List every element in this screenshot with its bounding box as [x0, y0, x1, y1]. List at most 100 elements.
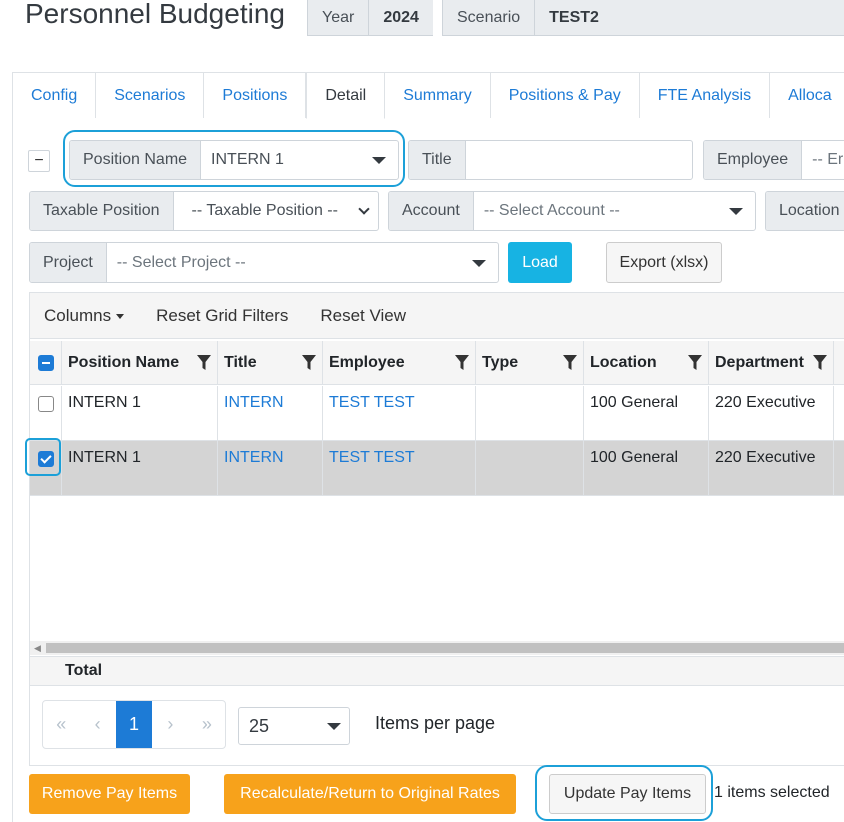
- employee-select[interactable]: -- Er: [802, 141, 844, 179]
- account-filter[interactable]: Account -- Select Account --: [388, 191, 756, 231]
- column-header-employee[interactable]: Employee: [323, 341, 476, 384]
- tab-scenarios[interactable]: Scenarios: [96, 72, 205, 118]
- cell-position-name: INTERN 1: [62, 441, 218, 495]
- tab-summary[interactable]: Summary: [385, 72, 491, 118]
- cell-type: [476, 386, 584, 440]
- export-xlsx-button[interactable]: Export (xlsx): [606, 242, 722, 283]
- first-page-button[interactable]: «: [43, 701, 79, 748]
- page-size-value: 25: [249, 715, 270, 736]
- project-filter[interactable]: Project -- Select Project --: [29, 242, 499, 283]
- scroll-left-arrow-icon[interactable]: ◀: [34, 643, 41, 654]
- next-page-button[interactable]: ›: [152, 701, 188, 748]
- column-header-title[interactable]: Title: [218, 341, 323, 384]
- filter-icon[interactable]: [302, 355, 316, 371]
- cell-title-link[interactable]: INTERN: [218, 441, 323, 495]
- taxable-position-select[interactable]: -- Taxable Position --: [174, 192, 378, 230]
- main-tabs: Config Scenarios Positions Detail Summar…: [12, 72, 844, 119]
- tab-detail[interactable]: Detail: [306, 72, 386, 119]
- year-label: Year: [308, 0, 370, 35]
- column-header-label: Type: [482, 353, 519, 371]
- position-name-select[interactable]: INTERN 1: [201, 141, 398, 179]
- collapse-filters-button[interactable]: −: [28, 150, 50, 172]
- account-filter-label: Account: [389, 192, 474, 230]
- cell-employee-link[interactable]: TEST TEST: [323, 386, 476, 440]
- scenario-value: TEST2: [535, 0, 844, 35]
- year-value: 2024: [369, 0, 433, 35]
- account-placeholder: -- Select Account --: [483, 202, 620, 219]
- select-all-checkbox[interactable]: [37, 354, 54, 371]
- scrollbar-thumb[interactable]: [46, 643, 844, 653]
- page-size-select[interactable]: 25: [238, 707, 350, 745]
- grid-total-row: Total: [30, 656, 844, 686]
- position-name-value: INTERN 1: [211, 151, 284, 168]
- load-button[interactable]: Load: [508, 242, 572, 283]
- location-filter[interactable]: Location: [765, 191, 844, 231]
- year-selector[interactable]: Year 2024: [307, 0, 433, 36]
- columns-menu-label: Columns: [44, 305, 112, 325]
- column-header-department[interactable]: Department: [709, 341, 834, 384]
- cell-type: [476, 441, 584, 495]
- cell-employee-link[interactable]: TEST TEST: [323, 441, 476, 495]
- filter-icon[interactable]: [455, 355, 469, 371]
- column-header-label: Title: [224, 353, 257, 371]
- update-pay-items-button[interactable]: Update Pay Items: [549, 774, 706, 814]
- position-name-filter-label: Position Name: [70, 141, 202, 179]
- dropdown-caret-icon: [729, 208, 743, 215]
- taxable-position-filter[interactable]: Taxable Position -- Taxable Position --: [29, 191, 379, 231]
- title-filter[interactable]: Title: [408, 140, 693, 180]
- project-select[interactable]: -- Select Project --: [107, 243, 498, 282]
- grid-header: Position Name Title Employee Type Locati…: [30, 341, 844, 385]
- title-filter-label: Title: [409, 141, 466, 179]
- cell-location: 100 General: [584, 441, 709, 495]
- filter-icon[interactable]: [813, 355, 827, 371]
- filter-icon[interactable]: [197, 355, 211, 371]
- page-title: Personnel Budgeting: [25, 0, 285, 29]
- column-header-label: Position Name: [68, 353, 180, 371]
- total-label: Total: [65, 662, 103, 679]
- columns-menu-button[interactable]: Columns: [44, 305, 125, 326]
- cell-title-link[interactable]: INTERN: [218, 386, 323, 440]
- row-checkbox[interactable]: [37, 396, 54, 412]
- current-page-button[interactable]: 1: [115, 701, 153, 748]
- table-row[interactable]: INTERN 1 INTERN TEST TEST 100 General 22…: [30, 441, 844, 496]
- tab-allocations[interactable]: Alloca: [770, 72, 844, 118]
- table-row[interactable]: INTERN 1 INTERN TEST TEST 100 General 22…: [30, 386, 844, 441]
- filter-icon[interactable]: [563, 355, 577, 371]
- account-select[interactable]: -- Select Account --: [474, 192, 755, 230]
- reset-grid-filters-button[interactable]: Reset Grid Filters: [156, 306, 288, 326]
- column-header-location[interactable]: Location: [584, 341, 709, 384]
- filter-icon[interactable]: [688, 355, 702, 371]
- scenario-selector[interactable]: Scenario TEST2: [442, 0, 844, 36]
- select-all-cell: [30, 341, 62, 384]
- title-input[interactable]: [466, 141, 692, 179]
- prev-page-button[interactable]: ‹: [79, 701, 115, 748]
- column-header-label: Employee: [329, 353, 405, 371]
- reset-view-button[interactable]: Reset View: [320, 306, 406, 326]
- column-header-type[interactable]: Type: [476, 341, 584, 384]
- taxable-position-value: -- Taxable Position --: [191, 202, 338, 219]
- tab-fte-analysis[interactable]: FTE Analysis: [639, 72, 771, 118]
- grid-toolbar: Columns Reset Grid Filters Reset View: [30, 293, 844, 339]
- tab-positions-pay[interactable]: Positions & Pay: [490, 72, 640, 118]
- cell-location: 100 General: [584, 386, 709, 440]
- project-placeholder: -- Select Project --: [116, 253, 246, 271]
- pagination: « ‹ 1 › »: [42, 700, 226, 749]
- tab-config[interactable]: Config: [12, 72, 97, 118]
- column-header-label: Department: [715, 353, 804, 371]
- row-checkbox-highlight: [25, 438, 61, 476]
- caret-down-icon: [116, 313, 125, 319]
- column-header-label: Location: [590, 353, 657, 371]
- dropdown-caret-icon: [472, 259, 486, 267]
- cell-position-name: INTERN 1: [62, 386, 218, 440]
- remove-pay-items-button[interactable]: Remove Pay Items: [29, 774, 190, 814]
- items-per-page-label: Items per page: [375, 713, 496, 733]
- recalculate-button[interactable]: Recalculate/Return to Original Rates: [224, 774, 516, 814]
- column-header-position-name[interactable]: Position Name: [62, 341, 218, 384]
- cell-department: 220 Executive: [709, 441, 834, 495]
- tab-positions[interactable]: Positions: [204, 72, 307, 118]
- position-name-filter[interactable]: Position Name INTERN 1: [69, 140, 399, 180]
- chevron-down-icon: [358, 203, 370, 215]
- employee-filter[interactable]: Employee -- Er: [703, 140, 844, 180]
- last-page-button[interactable]: »: [189, 701, 225, 748]
- cell-department: 220 Executive: [709, 386, 834, 440]
